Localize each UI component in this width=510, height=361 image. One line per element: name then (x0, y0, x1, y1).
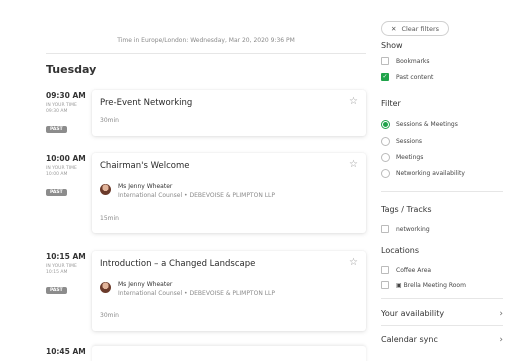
filter-option-sessions-meetings[interactable]: Sessions & Meetings (381, 120, 458, 129)
checkbox[interactable] (381, 57, 389, 65)
location-option-meeting-room[interactable]: ▣ Brella Meeting Room (381, 281, 466, 289)
checkbox[interactable] (381, 225, 389, 233)
session-start-time: 10:00 AM (46, 154, 86, 163)
speaker-role: International Counsel • DEBEVOISE & PLIM… (118, 290, 276, 297)
radio[interactable] (381, 137, 390, 146)
meeting-room-icon: ▣ (396, 281, 402, 289)
availability-label: Your availability (381, 309, 445, 318)
past-badge: PAST (46, 287, 67, 294)
checkbox[interactable] (381, 281, 389, 289)
clear-filters-label: Clear filters (401, 24, 440, 33)
option-label: Bookmarks (396, 57, 430, 65)
tag-option-networking[interactable]: networking (381, 225, 430, 233)
filter-option-networking[interactable]: Networking availability (381, 169, 465, 178)
speaker[interactable]: Ms Jenny Wheater International Counsel •… (100, 183, 275, 199)
show-option-past-content[interactable]: ✓ Past content (381, 73, 433, 81)
show-option-bookmarks[interactable]: Bookmarks (381, 57, 430, 65)
your-time-value: 10:00 AM (46, 172, 68, 177)
divider (381, 325, 503, 326)
checkbox[interactable] (381, 266, 389, 274)
calendar-sync-link[interactable]: Calendar sync › (381, 335, 503, 345)
session-duration: 30min (100, 312, 119, 319)
your-time-value: 10:15 AM (46, 270, 68, 275)
location-option-coffee-area[interactable]: Coffee Area (381, 266, 431, 274)
your-time-value: 09:30 AM (46, 109, 68, 114)
close-icon: ✕ (391, 24, 397, 33)
session-card-1[interactable]: Pre-Event Networking ☆ 30min (92, 90, 366, 136)
option-label: Networking availability (396, 170, 465, 177)
session-title[interactable]: Pre-Event Networking (100, 98, 192, 108)
option-label: Sessions (396, 138, 423, 145)
session-start-time: 09:30 AM (46, 91, 86, 100)
session-time-3: 10:15 AM IN YOUR TIME 10:15 AM PAST (46, 252, 92, 295)
filter-option-meetings[interactable]: Meetings (381, 153, 423, 162)
chevron-right-icon: › (499, 335, 503, 345)
chevron-right-icon: › (499, 309, 503, 319)
checkbox-checked[interactable]: ✓ (381, 73, 389, 81)
option-label: Past content (396, 73, 434, 81)
option-label: Coffee Area (396, 266, 432, 274)
bookmark-star-icon[interactable]: ☆ (349, 159, 358, 170)
bookmark-star-icon[interactable]: ☆ (349, 257, 358, 268)
timezone-banner: Time in Europe/London: Wednesday, Mar 20… (46, 32, 366, 54)
option-label: Brella Meeting Room (403, 281, 466, 289)
avatar (100, 184, 111, 195)
radio[interactable] (381, 153, 390, 162)
session-time-1: 09:30 AM IN YOUR TIME 09:30 AM PAST (46, 91, 92, 134)
option-label: Sessions & Meetings (396, 121, 458, 128)
speaker-role: International Counsel • DEBEVOISE & PLIM… (118, 192, 276, 199)
session-duration: 15min (100, 215, 119, 222)
divider (381, 191, 503, 192)
session-start-time: 10:15 AM (46, 252, 86, 261)
filter-option-sessions[interactable]: Sessions (381, 137, 422, 146)
option-label: networking (396, 225, 430, 233)
filter-section-title: Filter (381, 99, 401, 108)
session-card-3[interactable]: Introduction – a Changed Landscape ☆ Ms … (92, 251, 366, 331)
show-section-title: Show (381, 41, 403, 50)
tags-section-title: Tags / Tracks (381, 205, 432, 214)
session-card-2[interactable]: Chairman's Welcome ☆ Ms Jenny Wheater In… (92, 153, 366, 233)
session-time-2: 10:00 AM IN YOUR TIME 10:00 AM PAST (46, 154, 92, 197)
divider (381, 298, 503, 299)
clear-filters-button[interactable]: ✕ Clear filters (381, 21, 450, 36)
session-title[interactable]: Chairman's Welcome (100, 161, 189, 171)
day-heading: Tuesday (46, 63, 97, 76)
session-start-time: 10:45 AM (46, 347, 86, 356)
speaker[interactable]: Ms Jenny Wheater International Counsel •… (100, 281, 275, 297)
calendar-sync-label: Calendar sync (381, 335, 438, 344)
radio-selected[interactable] (381, 120, 390, 129)
your-availability-link[interactable]: Your availability › (381, 309, 503, 319)
avatar (100, 282, 111, 293)
bookmark-star-icon[interactable]: ☆ (349, 96, 358, 107)
session-card-4[interactable] (92, 346, 366, 361)
session-duration: 30min (100, 117, 119, 124)
past-badge: PAST (46, 126, 67, 133)
speaker-name: Ms Jenny Wheater (118, 281, 173, 288)
locations-section-title: Locations (381, 246, 420, 255)
radio[interactable] (381, 169, 390, 178)
option-label: Meetings (396, 154, 424, 161)
past-badge: PAST (46, 189, 67, 196)
session-title[interactable]: Introduction – a Changed Landscape (100, 259, 255, 269)
speaker-name: Ms Jenny Wheater (118, 183, 173, 190)
